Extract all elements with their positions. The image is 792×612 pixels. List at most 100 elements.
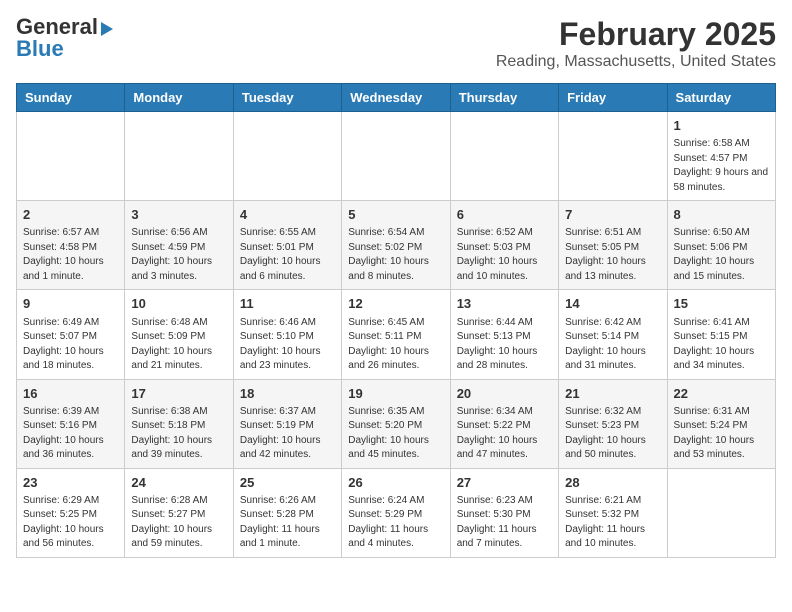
day-info: Sunrise: 6:24 AM Sunset: 5:29 PM Dayligh… [348,494,443,552]
calendar-cell [17,112,125,201]
calendar: SundayMondayTuesdayWednesdayThursdayFrid… [16,83,776,558]
calendar-cell: 9 Sunrise: 6:49 AM Sunset: 5:07 PM Daylig… [17,290,125,379]
calendar-cell: 24Sunrise: 6:28 AM Sunset: 5:27 PM Dayli… [125,468,233,557]
day-number: 12 [348,295,443,313]
calendar-week-2: 2 Sunrise: 6:57 AM Sunset: 4:58 PM Daylig… [17,201,776,290]
day-info: Sunrise: 6:41 AM Sunset: 5:15 PM Dayligh… [674,316,769,374]
day-info: Sunrise: 6:50 AM Sunset: 5:06 PM Dayligh… [674,226,769,284]
day-number: 3 [131,206,226,224]
calendar-week-4: 16Sunrise: 6:39 AM Sunset: 5:16 PM Dayli… [17,379,776,468]
location-title: Reading, Massachusetts, United States [496,53,776,71]
day-info: Sunrise: 6:54 AM Sunset: 5:02 PM Dayligh… [348,226,443,284]
weekday-header-saturday: Saturday [667,84,775,112]
day-info: Sunrise: 6:56 AM Sunset: 4:59 PM Dayligh… [131,226,226,284]
calendar-header-row: SundayMondayTuesdayWednesdayThursdayFrid… [17,84,776,112]
weekday-header-monday: Monday [125,84,233,112]
day-number: 26 [348,474,443,492]
header: General Blue February 2025 Reading, Mass… [16,16,776,71]
weekday-header-thursday: Thursday [450,84,558,112]
day-number: 6 [457,206,552,224]
weekday-header-wednesday: Wednesday [342,84,450,112]
day-info: Sunrise: 6:21 AM Sunset: 5:32 PM Dayligh… [565,494,660,552]
day-number: 19 [348,385,443,403]
calendar-cell: 10Sunrise: 6:48 AM Sunset: 5:09 PM Dayli… [125,290,233,379]
day-info: Sunrise: 6:57 AM Sunset: 4:58 PM Dayligh… [23,226,118,284]
day-number: 27 [457,474,552,492]
calendar-week-1: 1Sunrise: 6:58 AM Sunset: 4:57 PM Daylig… [17,112,776,201]
day-number: 15 [674,295,769,313]
day-info: Sunrise: 6:35 AM Sunset: 5:20 PM Dayligh… [348,405,443,463]
calendar-cell: 17 Sunrise: 6:38 AM Sunset: 5:18 PM Dayli… [125,379,233,468]
day-info: Sunrise: 6:55 AM Sunset: 5:01 PM Dayligh… [240,226,335,284]
calendar-cell: 16Sunrise: 6:39 AM Sunset: 5:16 PM Dayli… [17,379,125,468]
weekday-header-friday: Friday [559,84,667,112]
calendar-cell [450,112,558,201]
calendar-cell: 7 Sunrise: 6:51 AM Sunset: 5:05 PM Daylig… [559,201,667,290]
calendar-cell: 22Sunrise: 6:31 AM Sunset: 5:24 PM Dayli… [667,379,775,468]
day-info: Sunrise: 6:48 AM Sunset: 5:09 PM Dayligh… [131,316,226,374]
day-number: 28 [565,474,660,492]
day-info: Sunrise: 6:51 AM Sunset: 5:05 PM Dayligh… [565,226,660,284]
calendar-cell: 4 Sunrise: 6:55 AM Sunset: 5:01 PM Daylig… [233,201,341,290]
calendar-cell: 21 Sunrise: 6:32 AM Sunset: 5:23 PM Dayli… [559,379,667,468]
calendar-week-5: 23Sunrise: 6:29 AM Sunset: 5:25 PM Dayli… [17,468,776,557]
day-info: Sunrise: 6:49 AM Sunset: 5:07 PM Dayligh… [23,316,118,374]
day-number: 22 [674,385,769,403]
calendar-cell: 11Sunrise: 6:46 AM Sunset: 5:10 PM Dayli… [233,290,341,379]
title-area: February 2025 Reading, Massachusetts, Un… [496,16,776,71]
day-info: Sunrise: 6:38 AM Sunset: 5:18 PM Dayligh… [131,405,226,463]
calendar-cell: 5 Sunrise: 6:54 AM Sunset: 5:02 PM Daylig… [342,201,450,290]
day-number: 9 [23,295,118,313]
day-number: 7 [565,206,660,224]
calendar-cell: 2 Sunrise: 6:57 AM Sunset: 4:58 PM Daylig… [17,201,125,290]
day-info: Sunrise: 6:37 AM Sunset: 5:19 PM Dayligh… [240,405,335,463]
calendar-cell: 3 Sunrise: 6:56 AM Sunset: 4:59 PM Daylig… [125,201,233,290]
calendar-cell [559,112,667,201]
day-number: 17 [131,385,226,403]
day-number: 18 [240,385,335,403]
day-number: 4 [240,206,335,224]
day-number: 2 [23,206,118,224]
calendar-cell: 18 Sunrise: 6:37 AM Sunset: 5:19 PM Dayli… [233,379,341,468]
calendar-cell: 26 Sunrise: 6:24 AM Sunset: 5:29 PM Dayli… [342,468,450,557]
day-number: 11 [240,295,335,313]
day-info: Sunrise: 6:28 AM Sunset: 5:27 PM Dayligh… [131,494,226,552]
weekday-header-tuesday: Tuesday [233,84,341,112]
day-number: 13 [457,295,552,313]
calendar-cell: 25 Sunrise: 6:26 AM Sunset: 5:28 PM Dayli… [233,468,341,557]
calendar-cell: 14 Sunrise: 6:42 AM Sunset: 5:14 PM Dayli… [559,290,667,379]
logo-general-text: General [16,16,98,38]
calendar-cell [342,112,450,201]
day-info: Sunrise: 6:26 AM Sunset: 5:28 PM Dayligh… [240,494,335,552]
day-info: Sunrise: 6:45 AM Sunset: 5:11 PM Dayligh… [348,316,443,374]
calendar-cell: 1Sunrise: 6:58 AM Sunset: 4:57 PM Daylig… [667,112,775,201]
calendar-cell [667,468,775,557]
day-info: Sunrise: 6:42 AM Sunset: 5:14 PM Dayligh… [565,316,660,374]
day-info: Sunrise: 6:32 AM Sunset: 5:23 PM Dayligh… [565,405,660,463]
day-info: Sunrise: 6:44 AM Sunset: 5:13 PM Dayligh… [457,316,552,374]
day-info: Sunrise: 6:34 AM Sunset: 5:22 PM Dayligh… [457,405,552,463]
calendar-cell [233,112,341,201]
day-number: 21 [565,385,660,403]
day-info: Sunrise: 6:39 AM Sunset: 5:16 PM Dayligh… [23,405,118,463]
calendar-cell: 23Sunrise: 6:29 AM Sunset: 5:25 PM Dayli… [17,468,125,557]
calendar-cell: 6 Sunrise: 6:52 AM Sunset: 5:03 PM Daylig… [450,201,558,290]
day-number: 20 [457,385,552,403]
calendar-cell: 20 Sunrise: 6:34 AM Sunset: 5:22 PM Dayli… [450,379,558,468]
day-number: 14 [565,295,660,313]
day-number: 25 [240,474,335,492]
logo-blue-text: Blue [16,38,64,60]
calendar-cell: 13 Sunrise: 6:44 AM Sunset: 5:13 PM Dayli… [450,290,558,379]
day-info: Sunrise: 6:52 AM Sunset: 5:03 PM Dayligh… [457,226,552,284]
calendar-cell: 12 Sunrise: 6:45 AM Sunset: 5:11 PM Dayli… [342,290,450,379]
day-number: 5 [348,206,443,224]
calendar-cell: 27Sunrise: 6:23 AM Sunset: 5:30 PM Dayli… [450,468,558,557]
day-info: Sunrise: 6:58 AM Sunset: 4:57 PM Dayligh… [674,137,769,195]
calendar-cell: 28 Sunrise: 6:21 AM Sunset: 5:32 PM Dayli… [559,468,667,557]
day-info: Sunrise: 6:29 AM Sunset: 5:25 PM Dayligh… [23,494,118,552]
weekday-header-sunday: Sunday [17,84,125,112]
calendar-week-3: 9 Sunrise: 6:49 AM Sunset: 5:07 PM Daylig… [17,290,776,379]
calendar-cell [125,112,233,201]
logo: General Blue [16,16,113,60]
calendar-cell: 8Sunrise: 6:50 AM Sunset: 5:06 PM Daylig… [667,201,775,290]
